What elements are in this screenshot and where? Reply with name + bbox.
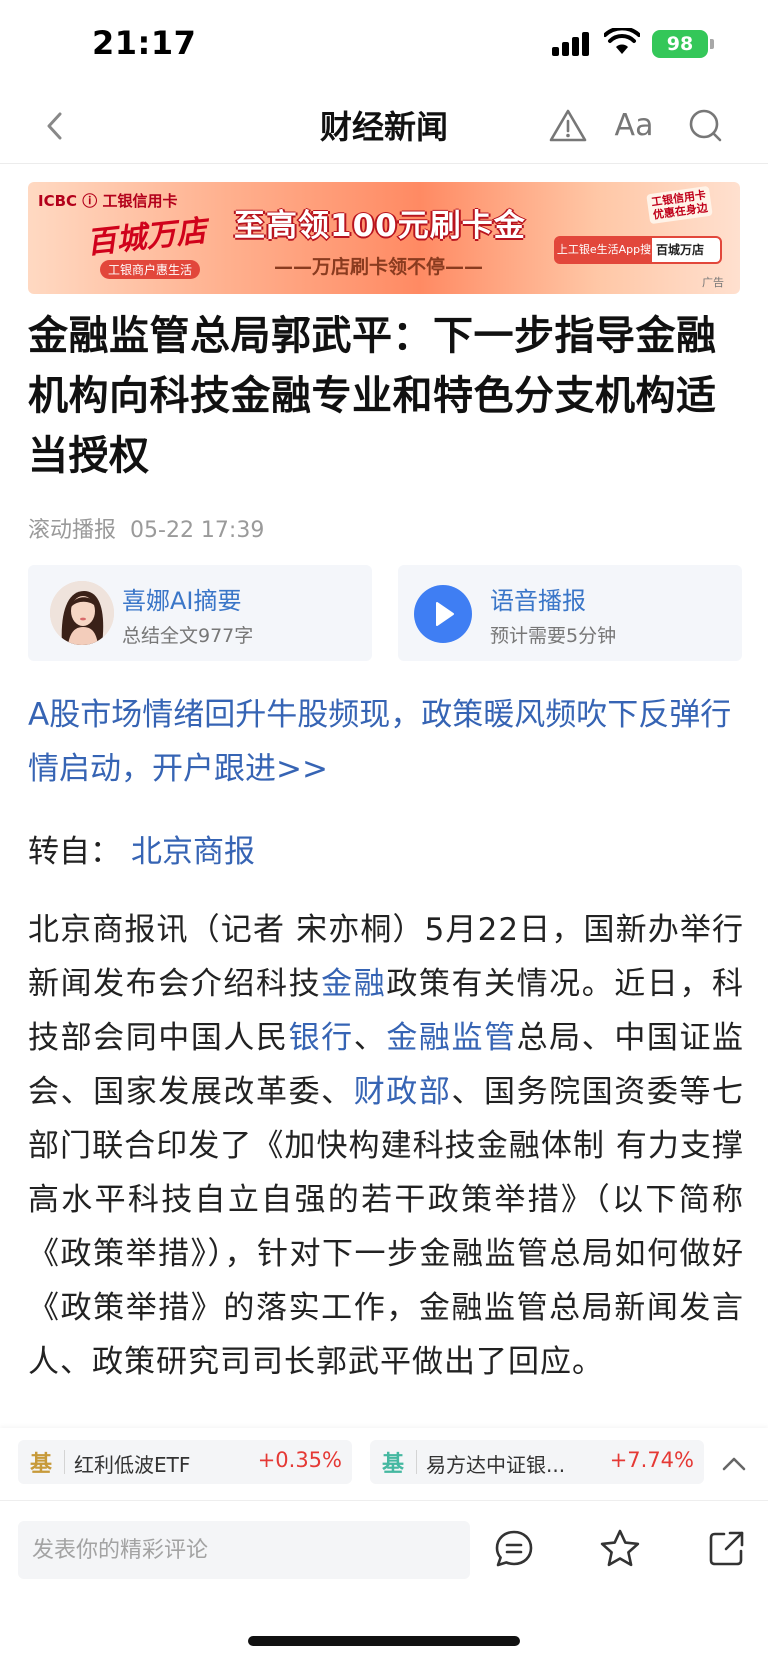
play-icon[interactable] <box>414 585 472 643</box>
fund-item[interactable]: 基 红利低波ETF +0.35% <box>18 1440 352 1484</box>
ad-subheadline: ——万店刷卡领不停—— <box>274 256 484 278</box>
article-channel: 滚动播报 <box>28 518 117 543</box>
promo-link[interactable]: A股市场情绪回升牛股频现，政策暖风频吹下反弹行情启动，开户跟进>> <box>28 688 744 796</box>
ad-headline: 至高领100元刷卡金 <box>234 208 526 244</box>
fund-item[interactable]: 基 易方达中证银... +7.74% <box>370 1440 704 1484</box>
ad-corner-badge: 工银信用卡 优惠在身边 <box>646 185 713 225</box>
status-bar: 21:17 98 <box>0 0 768 88</box>
cellular-signal-icon <box>552 30 592 56</box>
audio-sub: 预计需要5分钟 <box>490 625 617 647</box>
fund-change: +7.74% <box>609 1448 694 1472</box>
body-text: 、国务院国资委等七部门联合印发了《加快构建科技金融体制 有力支撑高水平科技自立自… <box>28 1074 745 1380</box>
source-link[interactable]: 北京商报 <box>131 834 255 870</box>
ai-summary-sub: 总结全文977字 <box>122 625 254 647</box>
fund-change: +0.35% <box>257 1448 342 1472</box>
article-title: 金融监管总局郭武平：下一步指导金融机构向科技金融专业和特色分支机构适当授权 <box>28 313 717 479</box>
fund-ticker-bar: 基 红利低波ETF +0.35% 基 易方达中证银... +7.74% <box>0 1428 768 1500</box>
ad-label: 广告 <box>702 276 724 289</box>
status-time: 21:17 <box>92 24 197 62</box>
nav-bar: 财经新闻 Aa <box>0 88 768 164</box>
share-icon[interactable] <box>704 1527 748 1571</box>
report-warning-icon[interactable] <box>548 106 588 146</box>
keyword-link[interactable]: 金融 <box>321 966 386 1002</box>
comment-icon[interactable] <box>492 1527 536 1571</box>
article-meta: 滚动播报 05-22 17:39 <box>28 512 264 544</box>
divider <box>416 1450 417 1474</box>
battery-tip <box>710 39 714 49</box>
comment-input[interactable] <box>18 1521 470 1579</box>
fund-tag: 基 <box>30 1452 53 1477</box>
favorite-star-icon[interactable] <box>598 1527 642 1571</box>
font-size-button[interactable]: Aa <box>614 106 654 146</box>
battery-indicator: 98 <box>652 30 708 58</box>
ad-logo-text: 百城万店 <box>84 213 208 262</box>
wifi-icon <box>604 28 640 54</box>
ad-search-box: 上工银e生活App搜 百城万店 <box>554 236 722 264</box>
article-body: 北京商报讯（记者 宋亦桐）5月22日，国新办举行新闻发布会介绍科技金融政策有关情… <box>28 903 744 1389</box>
search-icon[interactable] <box>686 106 726 146</box>
keyword-link[interactable]: 银行 <box>289 1020 354 1056</box>
ad-search-text: 百城万店 <box>656 243 705 257</box>
ad-brand: ICBC ⓘ 工银信用卡 <box>38 192 178 210</box>
source-prefix: 转自： <box>28 834 121 870</box>
ai-summary-card[interactable]: 喜娜AI摘要 总结全文977字 <box>28 565 372 661</box>
home-indicator <box>248 1636 520 1646</box>
body-text: 、 <box>353 1020 387 1056</box>
fund-name: 红利低波ETF <box>74 1453 191 1477</box>
ai-summary-title: 喜娜AI摘要 <box>122 587 242 615</box>
ad-search-prefix: 上工银e生活App搜 <box>556 238 652 262</box>
ad-banner[interactable]: ICBC ⓘ 工银信用卡 百城万店 工银商户惠生活 至高领100元刷卡金 ——万… <box>28 182 740 294</box>
ad-merchant-tag: 工银商户惠生活 <box>100 260 201 279</box>
fund-name: 易方达中证银... <box>426 1453 566 1477</box>
keyword-link[interactable]: 金融监管 <box>386 1020 516 1056</box>
article-source: 转自： 北京商报 <box>28 826 255 871</box>
audio-play-card[interactable]: 语音播报 预计需要5分钟 <box>398 565 742 661</box>
ai-avatar <box>50 581 114 645</box>
divider <box>64 1450 65 1474</box>
fund-tag: 基 <box>382 1452 405 1477</box>
keyword-link[interactable]: 财政部 <box>354 1074 452 1110</box>
chevron-up-icon[interactable] <box>718 1448 750 1480</box>
audio-title: 语音播报 <box>490 587 586 615</box>
article-datetime: 05-22 17:39 <box>130 518 265 543</box>
